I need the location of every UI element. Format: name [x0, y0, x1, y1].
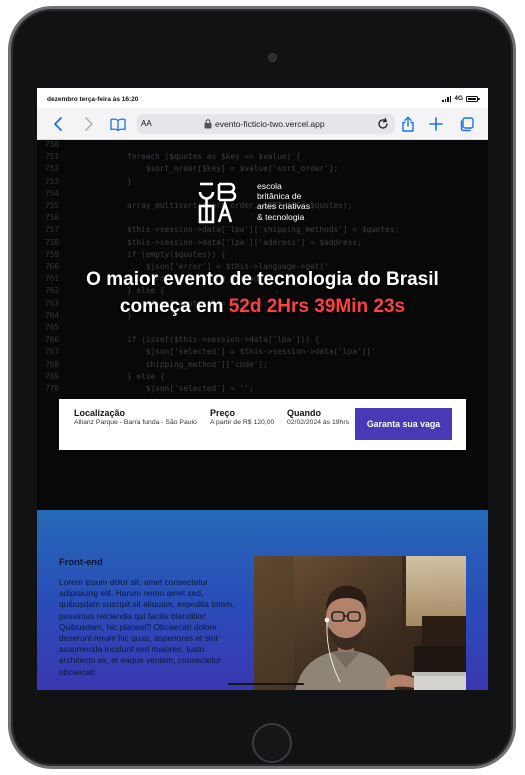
price-label: Preço — [210, 408, 236, 418]
signal-icon — [442, 95, 452, 102]
lock-icon — [204, 119, 212, 129]
track-section: Front-end Lorem ipsum dolor sit, amet co… — [37, 510, 488, 690]
logo-text: escola britânica de artes criativas & te… — [257, 181, 310, 222]
logo-line: escola — [257, 181, 282, 191]
hero-section: 750 751 foreach ($quotes as $key => $value… — [37, 140, 488, 510]
hero-title: O maior evento de tecnologia do Brasil c… — [67, 266, 458, 320]
reload-icon[interactable] — [376, 117, 390, 131]
book-icon[interactable] — [109, 115, 127, 133]
scroll-indicator — [228, 683, 304, 685]
url-text[interactable]: evento-ficticio-two.vercel.app — [215, 119, 325, 129]
tabs-icon[interactable] — [457, 115, 475, 133]
plus-icon[interactable] — [427, 115, 445, 133]
date-block: Quando 02/02/2024 às 19hrs — [287, 408, 351, 428]
event-info-bar: Localização Allianz Parque - Barra funda… — [59, 399, 466, 450]
date-value: 02/02/2024 às 19hrs — [287, 419, 349, 426]
status-datetime: dezembro terça-feira às 16:20 — [47, 96, 139, 103]
section-title: Front-end — [59, 556, 103, 567]
countdown-timer: 52d 2Hrs 39Min 23s — [228, 296, 406, 317]
section-body: Lorem ipsum dolor sit, amet consectetur … — [59, 577, 235, 677]
logo-line: artes criativas — [257, 201, 311, 212]
logo-line: britânica de — [257, 191, 302, 202]
location-value: Allianz Parque - Barra funda - São Paulo — [74, 419, 197, 426]
location-block: Localização Allianz Parque - Barra funda… — [74, 408, 204, 428]
school-logo — [198, 182, 237, 224]
price-value: A partir de R$ 120,00 — [210, 419, 275, 426]
screen: dezembro terça-feira às 16:20 4G AA even… — [37, 88, 488, 690]
text-size-button[interactable]: AA — [141, 119, 152, 128]
chevron-left-icon[interactable] — [49, 115, 67, 133]
status-indicators: 4G — [442, 95, 480, 102]
home-button[interactable] — [252, 723, 292, 763]
browser-toolbar: AA evento-ficticio-two.vercel.app — [37, 108, 488, 140]
location-label: Localização — [74, 408, 126, 418]
share-icon[interactable] — [399, 115, 417, 133]
status-bar: dezembro terça-feira às 16:20 4G — [37, 88, 488, 108]
date-label: Quando — [287, 408, 321, 418]
developer-photo — [254, 556, 466, 690]
address-bar[interactable]: AA evento-ficticio-two.vercel.app — [137, 114, 395, 134]
register-button[interactable]: Garanta sua vaga — [355, 408, 452, 440]
network-label: 4G — [454, 95, 463, 102]
price-block: Preço A partir de R$ 120,00 — [210, 408, 282, 428]
chevron-right-icon[interactable] — [80, 115, 98, 133]
camera-dot — [268, 53, 277, 62]
logo-line: & tecnologia — [257, 211, 305, 222]
battery-icon — [466, 95, 480, 102]
